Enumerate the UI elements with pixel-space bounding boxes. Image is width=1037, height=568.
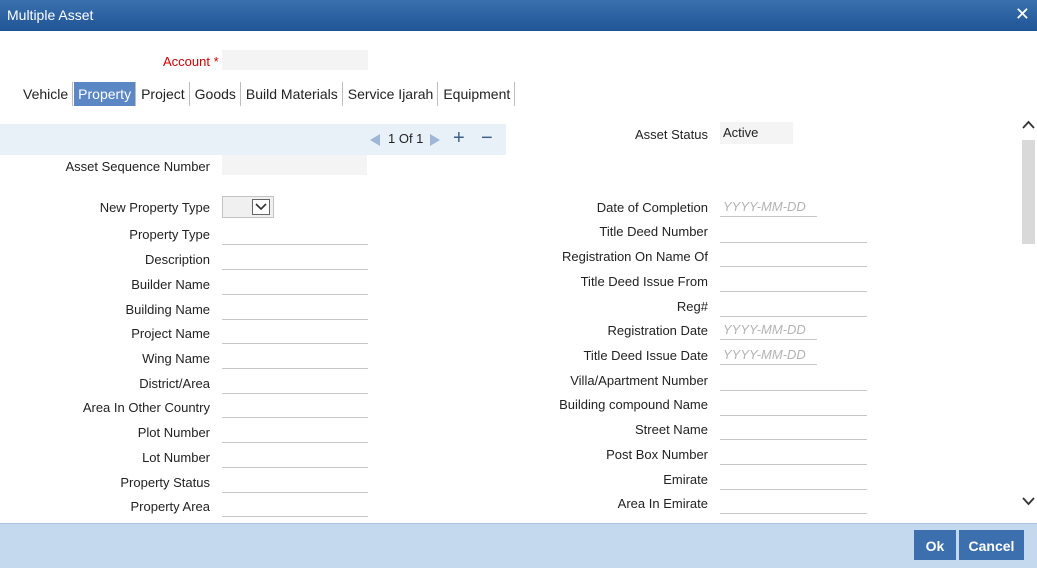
title-deed-issue-from-input[interactable] [720,271,867,292]
reg-no-input[interactable] [720,296,867,317]
asset-status-value: Active [720,122,793,144]
building-name-label: Building Name [125,302,210,317]
plot-number-label: Plot Number [137,425,210,440]
triangle-left-icon[interactable] [370,134,381,146]
account-label: Account * [163,54,219,69]
date-of-completion-label: Date of Completion [596,200,708,215]
property-type-label: Property Type [129,227,210,242]
lot-number-input[interactable] [222,447,368,468]
wing-name-label: Wing Name [142,351,210,366]
street-name-input[interactable] [720,419,867,440]
area-in-emirate-input[interactable] [720,493,867,514]
property-type-input[interactable] [222,224,368,245]
scroll-up-icon[interactable] [1022,120,1035,130]
emirate-label: Emirate [663,472,708,487]
wing-name-input[interactable] [222,348,368,369]
property-area-label: Property Area [130,499,211,514]
area-in-emirate-label: Area In Emirate [617,496,708,511]
reg-no-label: Reg# [676,299,708,314]
scroll-down-icon[interactable] [1022,496,1035,506]
property-status-input[interactable] [222,472,368,493]
new-property-type-select[interactable] [222,196,274,218]
description-label: Description [144,252,210,267]
builder-name-label: Builder Name [131,277,210,292]
title-deed-issue-date-label: Title Deed Issue Date [583,348,708,363]
title-deed-number-input[interactable] [720,222,867,243]
registration-date-label: Registration Date [607,323,708,338]
asset-sequence-number-input[interactable] [222,155,367,175]
tab-vehicle[interactable]: Vehicle [19,82,74,106]
asset-sequence-number-label: Asset Sequence Number [65,159,210,174]
project-name-label: Project Name [131,326,210,341]
title-deed-number-label: Title Deed Number [599,224,708,239]
remove-record-icon[interactable]: − [481,127,493,150]
window-title: Multiple Asset [7,7,94,23]
tab-goods[interactable]: Goods [191,82,241,106]
title-bar: Multiple Asset ✕ [0,0,1037,31]
post-box-number-input[interactable] [720,444,867,465]
registration-on-name-of-label: Registration On Name Of [562,249,708,264]
property-status-label: Property Status [120,475,210,490]
chevron-down-icon [252,199,270,215]
registration-on-name-of-input[interactable] [720,246,867,267]
date-of-completion-input[interactable]: YYYY-MM-DD [720,197,817,217]
cancel-button[interactable]: Cancel [959,530,1024,560]
tab-equipment[interactable]: Equipment [439,82,516,106]
new-property-type-label: New Property Type [99,200,210,215]
description-input[interactable] [222,249,368,270]
villa-apartment-number-input[interactable] [720,370,867,391]
building-compound-name-input[interactable] [720,395,867,416]
tab-property[interactable]: Property [74,82,137,106]
building-compound-name-label: Building compound Name [559,397,708,412]
tab-bar: Vehicle Property Project Goods Build Mat… [19,82,516,106]
emirate-input[interactable] [720,469,867,490]
registration-date-input[interactable]: YYYY-MM-DD [720,320,817,340]
tab-build-materials[interactable]: Build Materials [242,82,343,106]
scrollbar-thumb[interactable] [1022,140,1035,244]
ok-button[interactable]: Ok [914,530,956,560]
street-name-label: Street Name [635,422,708,437]
district-area-label: District/Area [139,376,210,391]
builder-name-input[interactable] [222,274,368,295]
vertical-scrollbar[interactable] [1020,106,1037,522]
close-icon[interactable]: ✕ [1015,5,1030,23]
lot-number-label: Lot Number [142,450,210,465]
asset-status-label: Asset Status [635,127,708,142]
add-record-icon[interactable]: + [453,127,465,150]
footer-bar: Ok Cancel [0,523,1037,568]
project-name-input[interactable] [222,323,368,344]
tab-project[interactable]: Project [137,82,190,106]
title-deed-issue-date-input[interactable]: YYYY-MM-DD [720,345,817,365]
tab-service-ijarah[interactable]: Service Ijarah [344,82,439,106]
post-box-number-label: Post Box Number [606,447,708,462]
title-deed-issue-from-label: Title Deed Issue From [580,274,708,289]
area-in-other-country-input[interactable] [222,397,368,418]
triangle-right-icon[interactable] [430,134,441,146]
building-name-input[interactable] [222,299,368,320]
property-area-input[interactable] [222,496,368,517]
villa-apartment-number-label: Villa/Apartment Number [570,373,708,388]
district-area-input[interactable] [222,373,368,394]
record-pager: 1 Of 1 + − [0,124,506,155]
area-in-other-country-label: Area In Other Country [82,400,210,415]
account-input[interactable] [222,50,368,70]
plot-number-input[interactable] [222,422,368,443]
pager-text: 1 Of 1 [388,131,424,146]
